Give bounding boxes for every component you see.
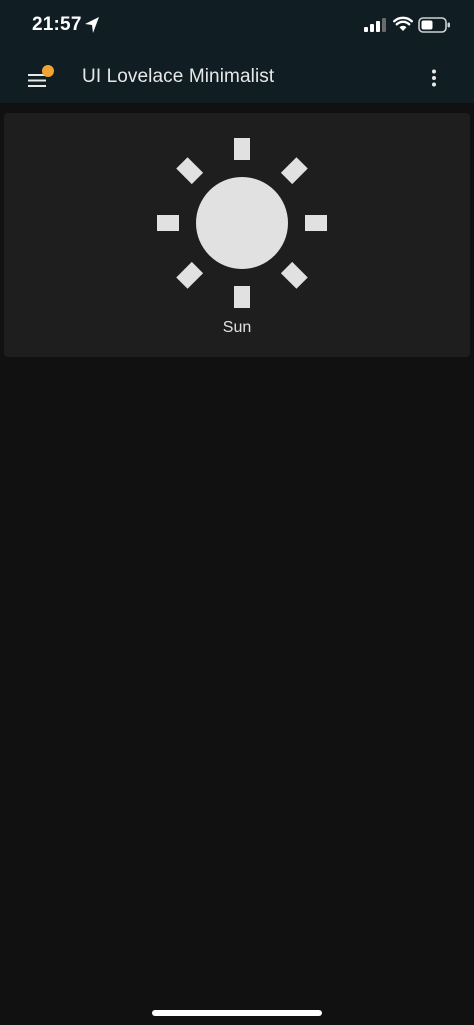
- cellular-signal-icon: [364, 18, 386, 32]
- location-arrow-icon: [85, 17, 99, 33]
- app-bar: UI Lovelace Minimalist: [0, 50, 474, 104]
- status-time: 21:57: [32, 14, 82, 35]
- notification-badge: [42, 65, 54, 77]
- page-title: UI Lovelace Minimalist: [82, 66, 275, 87]
- more-vertical-icon: [432, 69, 436, 87]
- home-indicator[interactable]: [152, 1010, 322, 1016]
- overflow-menu-button[interactable]: [422, 58, 446, 98]
- menu-button[interactable]: [20, 58, 60, 98]
- sun-card[interactable]: Sun: [4, 113, 470, 357]
- card-label: Sun: [222, 319, 252, 336]
- wifi-icon: [393, 16, 413, 31]
- battery-icon: [418, 17, 450, 33]
- status-bar: 21:57: [0, 0, 474, 50]
- sun-icon: [157, 138, 327, 308]
- dashboard-view: Sun: [0, 105, 474, 1025]
